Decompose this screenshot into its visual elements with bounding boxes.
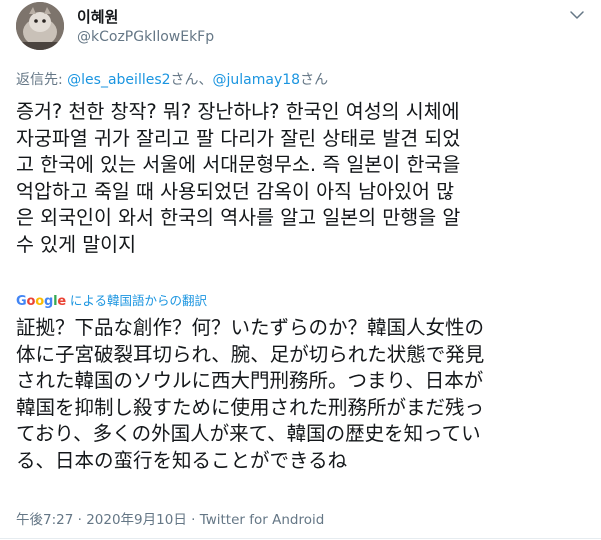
tweet: 이혜원 @kCozPGkIlowEkFp 返信先: @les_abeilles2… [0,0,601,540]
divider [0,538,601,539]
tweet-source[interactable]: Twitter for Android [200,512,325,528]
replying-suffix: さん [300,72,329,88]
tweet-time[interactable]: 午後7:27 [16,512,73,528]
avatar[interactable] [16,2,64,50]
tweet-meta: 午後7:27 · 2020年9月10日 · Twitter for Androi… [16,508,324,528]
tweet-text: 증거? 천한 창작? 뭐? 장난하냐? 한국인 여성의 시체에 자궁파열 귀가 … [16,100,461,256]
meta-dot: · [186,512,200,528]
google-logo-letter: o [26,294,36,309]
translated-by[interactable]: Google による韓国語からの翻訳 [16,290,207,309]
chevron-down-icon[interactable] [568,6,586,24]
translated-text: 証拠？下品な創作？何？いたずらのか？韓国人女性の 体に子宮破裂耳切られ、腕、足が… [16,316,485,472]
replying-prefix: 返信先: [16,72,68,88]
google-logo-letter: g [43,294,54,309]
replying-separator: さん、 [170,72,213,88]
display-name[interactable]: 이혜원 [77,6,118,27]
avatar-image [16,2,64,50]
google-logo-letter: o [35,294,44,309]
replying-to: 返信先: @les_abeilles2さん、@julamay18さん [16,69,328,89]
google-logo: Google [16,294,66,309]
tweet-date[interactable]: 2020年9月10日 [86,512,187,528]
mention-les-abeilles2[interactable]: @les_abeilles2 [67,72,170,88]
user-handle[interactable]: @kCozPGkIlowEkFp [77,29,214,45]
meta-dot: · [73,512,87,528]
translation-label: による韓国語からの翻訳 [65,293,208,308]
mention-julamay18[interactable]: @julamay18 [213,72,301,88]
google-logo-letter: e [57,294,66,309]
google-logo-letter: G [16,294,27,309]
